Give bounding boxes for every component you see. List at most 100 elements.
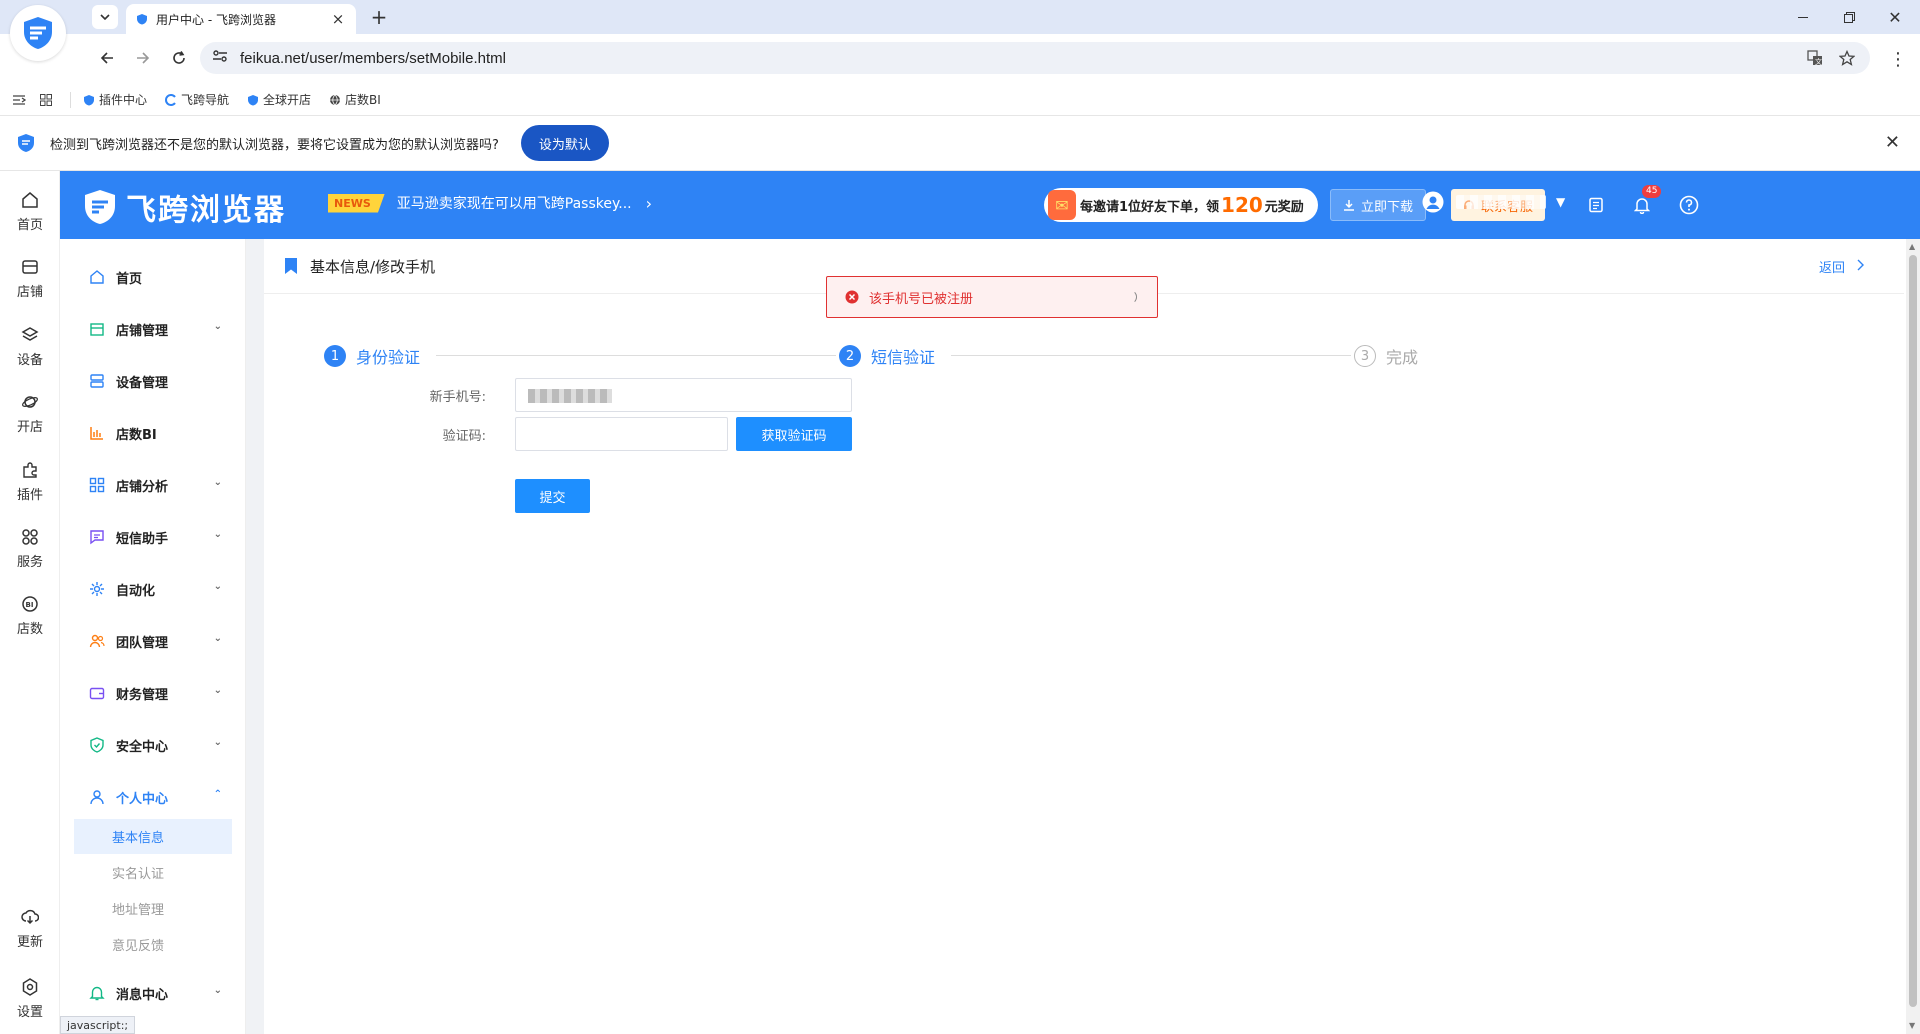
verification-code-input[interactable] xyxy=(515,417,728,451)
phone-label: 新手机号: xyxy=(429,390,486,405)
sidebar-item-store-analysis[interactable]: 店铺分析 ⌄ xyxy=(60,465,246,505)
rail-item-update[interactable]: 更新 xyxy=(0,906,60,950)
sidebar-item-message-center[interactable]: 消息中心 ⌄ xyxy=(60,973,246,1013)
sidebar-item-security-center[interactable]: 安全中心 ⌄ xyxy=(60,725,246,765)
back-arrow-icon[interactable] xyxy=(92,43,122,73)
browser-shield-icon xyxy=(16,133,36,153)
bookmark-global-store[interactable]: 全球开店 xyxy=(247,91,311,108)
chevron-down-icon: ⌄ xyxy=(213,685,222,696)
document-icon[interactable] xyxy=(1582,191,1610,219)
scrollbar-thumb[interactable] xyxy=(1909,255,1917,1007)
sidebar-item-home[interactable]: 首页 xyxy=(60,257,246,297)
rail-item-home[interactable]: 首页 xyxy=(0,189,60,233)
restore-button[interactable] xyxy=(1826,0,1872,34)
step-connector xyxy=(951,355,1351,356)
brand-logo[interactable]: 飞跨浏览器 xyxy=(82,185,286,229)
rail-item-services[interactable]: 服务 xyxy=(0,526,60,570)
browser-logo-icon[interactable] xyxy=(10,5,66,61)
chevron-down-icon: ⌄ xyxy=(213,529,222,540)
page-scrollbar[interactable]: ▲ ▼ xyxy=(1906,239,1920,1034)
chevron-right-icon xyxy=(1857,259,1864,275)
new-phone-input[interactable] xyxy=(515,378,852,412)
bookmark-feikua-nav[interactable]: 飞跨导航 xyxy=(165,91,229,108)
submit-button[interactable]: 提交 xyxy=(515,479,590,513)
sidebar-subitem-real-name[interactable]: 实名认证 xyxy=(74,855,232,890)
shield-icon xyxy=(247,94,259,106)
set-default-button[interactable]: 设为默认 xyxy=(520,125,609,161)
browser-menu-icon[interactable]: ⋮ xyxy=(1888,44,1908,74)
app-header: 飞跨浏览器 NEWS 亚马逊卖家现在可以用飞跨Passkey... › ✉ 每邀… xyxy=(60,171,1920,239)
rail-item-plugins[interactable]: 插件 xyxy=(0,459,60,503)
tab-close-icon[interactable]: × xyxy=(330,10,346,28)
code-label: 验证码: xyxy=(442,429,486,444)
sidebar-item-automation[interactable]: 自动化 ⌄ xyxy=(60,569,246,609)
back-link[interactable]: 返回 xyxy=(1819,257,1864,276)
cloud-download-icon xyxy=(21,906,39,928)
translate-icon[interactable]: 文 xyxy=(1804,48,1826,68)
sidebar-subitem-feedback[interactable]: 意见反馈 xyxy=(74,927,232,962)
get-code-button[interactable]: 获取验证码 xyxy=(736,417,852,451)
rail-item-settings[interactable]: 设置 xyxy=(0,976,60,1020)
bookmark-store-bi[interactable]: 店数BI xyxy=(329,91,381,108)
news-ticker[interactable]: NEWS 亚马逊卖家现在可以用飞跨Passkey... › xyxy=(328,193,652,213)
forward-arrow-icon[interactable] xyxy=(128,43,158,73)
sidebar-toggle-icon[interactable] xyxy=(12,94,26,106)
infobar-message: 检测到飞跨浏览器还不是您的默认浏览器，要将它设置成为您的默认浏览器吗? xyxy=(50,137,499,153)
bookmark-plugin-center[interactable]: 插件中心 xyxy=(83,91,147,108)
download-button[interactable]: 立即下载 xyxy=(1330,189,1427,221)
sidebar-item-device-manage[interactable]: 设备管理 xyxy=(60,361,246,401)
username-redacted xyxy=(1456,195,1546,209)
store-icon xyxy=(88,320,106,338)
sidebar-item-finance-manage[interactable]: 财务管理 ⌄ xyxy=(60,673,246,713)
error-circle-icon xyxy=(845,290,859,304)
active-tab[interactable]: 用户中心 - 飞跨浏览器 × xyxy=(126,4,356,34)
step-done: 3 完成 xyxy=(1354,344,1418,368)
sidebar-item-store-bi[interactable]: 店数BI xyxy=(60,413,246,453)
rail-item-device[interactable]: 设备 xyxy=(0,324,60,368)
bi-icon: BI xyxy=(21,593,39,615)
scroll-up-icon[interactable]: ▲ xyxy=(1909,242,1915,251)
avatar-icon xyxy=(1422,191,1444,213)
sidebar-item-team-manage[interactable]: 团队管理 ⌄ xyxy=(60,621,246,661)
sidebar-item-store-manage[interactable]: 店铺管理 ⌄ xyxy=(60,309,246,349)
rail-item-store[interactable]: 店铺 xyxy=(0,256,60,300)
grid-circles-icon xyxy=(21,526,39,548)
bar-chart-icon xyxy=(88,424,106,442)
download-icon xyxy=(1343,199,1355,211)
rail-item-store-data[interactable]: BI 店数 xyxy=(0,593,60,637)
reload-icon[interactable] xyxy=(164,43,194,73)
sidebar-item-sms-assistant[interactable]: 短信助手 ⌄ xyxy=(60,517,246,557)
apps-grid-icon[interactable] xyxy=(40,93,52,106)
step-connector xyxy=(436,355,836,356)
main-content: 基本信息/修改手机 返回 该手机号已被注册 1 身份验证 2 短信验证 3 完成… xyxy=(264,239,1904,1034)
tab-title: 用户中心 - 飞跨浏览器 xyxy=(156,12,276,27)
close-window-button[interactable]: ✕ xyxy=(1872,0,1918,34)
sidebar-item-personal-center[interactable]: 个人中心 ⌃ xyxy=(60,777,246,817)
chevron-down-icon: ⌄ xyxy=(213,477,222,488)
infobar-close-icon[interactable]: ✕ xyxy=(1885,132,1900,153)
new-tab-button[interactable]: + xyxy=(368,6,390,28)
tab-list-button[interactable] xyxy=(92,5,118,29)
user-icon xyxy=(88,788,106,806)
user-menu[interactable]: ▼ xyxy=(1422,191,1565,213)
step-sms: 2 短信验证 xyxy=(839,344,935,368)
address-bar[interactable]: feikua.net/user/members/setMobile.html 文 xyxy=(200,42,1870,74)
news-tag: NEWS xyxy=(328,193,385,213)
site-info-icon[interactable] xyxy=(212,49,228,67)
caret-down-icon: ▼ xyxy=(1556,195,1566,209)
rail-item-open-store[interactable]: 开店 xyxy=(0,391,60,435)
minimize-button[interactable] xyxy=(1780,0,1826,34)
svg-text:BI: BI xyxy=(26,601,34,609)
bookmark-star-icon[interactable] xyxy=(1836,48,1858,68)
breadcrumb: 基本信息/修改手机 xyxy=(310,257,436,276)
bookmarks-bar: 插件中心 飞跨导航 全球开店 店数BI xyxy=(0,84,1920,116)
invite-promo-banner[interactable]: ✉ 每邀请1位好友下单，领 120 元奖励 xyxy=(1044,188,1318,222)
sidebar-subitem-address[interactable]: 地址管理 xyxy=(74,891,232,926)
bookmarks-divider xyxy=(70,91,71,108)
notification-bell-icon[interactable]: 45 xyxy=(1628,185,1662,219)
gear-icon xyxy=(88,580,106,598)
scroll-down-icon[interactable]: ▼ xyxy=(1909,1021,1915,1030)
left-icon-rail: 首页 店铺 设备 开店 插件 服务 BI 店数 更新 设置 xyxy=(0,171,60,1034)
sidebar-subitem-basic-info[interactable]: 基本信息 xyxy=(74,819,232,854)
help-icon[interactable] xyxy=(1675,191,1703,219)
